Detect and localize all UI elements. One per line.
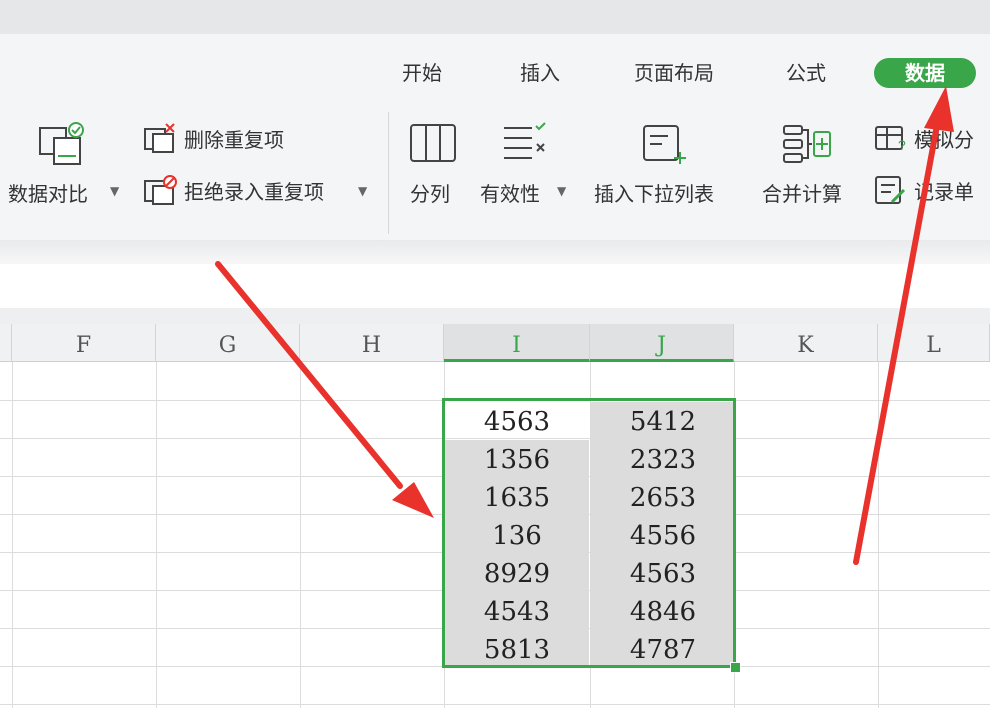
data-compare-icon[interactable] [36, 118, 90, 168]
column-header-f[interactable]: F [12, 324, 156, 362]
simulation-icon[interactable]: ? [874, 124, 910, 154]
cell-i[interactable]: 5813 [445, 630, 589, 668]
reject-duplicates-button[interactable]: 拒绝录入重复项 [184, 176, 324, 205]
column-header-g[interactable]: G [156, 324, 300, 362]
simulation-button[interactable]: 模拟分 [914, 124, 974, 153]
data-compare-button[interactable]: 数据对比 [8, 178, 88, 207]
cell-i[interactable]: 136 [445, 516, 589, 554]
grid-line [300, 362, 301, 708]
tab-insert[interactable]: 插入 [506, 58, 574, 88]
tab-start[interactable]: 开始 [388, 58, 456, 88]
split-column-icon[interactable] [408, 122, 458, 164]
grid-line [156, 362, 157, 708]
tab-page-layout[interactable]: 页面布局 [618, 58, 730, 88]
formula-bar[interactable] [0, 264, 990, 308]
column-header-i[interactable]: I [444, 324, 590, 362]
column-header-partial[interactable] [0, 324, 12, 362]
ribbon-shadow [0, 240, 990, 264]
reject-duplicates-icon[interactable] [142, 174, 178, 206]
title-bar [0, 0, 990, 34]
grid-line [878, 362, 879, 708]
insert-dropdown-icon[interactable] [640, 122, 690, 166]
cell-j[interactable]: 2323 [591, 440, 735, 478]
consolidate-button[interactable]: 合并计算 [762, 178, 842, 207]
svg-text:?: ? [898, 137, 906, 153]
remove-duplicates-icon[interactable] [142, 122, 178, 154]
fill-handle[interactable] [730, 662, 741, 673]
grid-line [0, 704, 990, 705]
remove-duplicates-button[interactable]: 删除重复项 [184, 124, 284, 153]
column-header-j[interactable]: J [590, 324, 734, 362]
cell-j[interactable]: 4556 [591, 516, 735, 554]
validation-button[interactable]: 有效性 [480, 178, 540, 207]
tab-formula[interactable]: 公式 [772, 58, 840, 88]
header-gap [0, 308, 990, 324]
cell-j[interactable]: 4846 [591, 592, 735, 630]
chevron-down-icon[interactable]: ▼ [358, 184, 367, 198]
insert-dropdown-button[interactable]: 插入下拉列表 [594, 178, 714, 207]
cell-j[interactable]: 2653 [591, 478, 735, 516]
cell-i[interactable]: 8929 [445, 554, 589, 592]
column-header-l[interactable]: L [878, 324, 990, 362]
consolidate-icon[interactable] [780, 122, 834, 166]
record-form-button[interactable]: 记录单 [914, 176, 974, 205]
spreadsheet-grid[interactable]: F G H I J K L 4563 1356 1635 136 8929 45… [0, 324, 990, 708]
chevron-down-icon[interactable]: ▼ [557, 184, 566, 198]
cell-j[interactable]: 5412 [591, 402, 735, 440]
cell-i[interactable]: 4543 [445, 592, 589, 630]
cell-i[interactable]: 1356 [445, 440, 589, 478]
cell-j[interactable]: 4787 [591, 630, 735, 668]
grid-line [12, 362, 13, 708]
column-header-k[interactable]: K [734, 324, 878, 362]
ribbon-divider [388, 112, 389, 234]
tab-data[interactable]: 数据 [874, 58, 976, 88]
split-column-button[interactable]: 分列 [410, 178, 450, 207]
cell-i[interactable]: 4563 [445, 402, 589, 440]
column-header-h[interactable]: H [300, 324, 444, 362]
grid-line [0, 400, 990, 401]
cell-i[interactable]: 1635 [445, 478, 589, 516]
chevron-down-icon[interactable]: ▼ [110, 184, 119, 198]
validation-icon[interactable] [500, 122, 548, 166]
cell-j[interactable]: 4563 [591, 554, 735, 592]
record-form-icon[interactable] [874, 174, 910, 206]
